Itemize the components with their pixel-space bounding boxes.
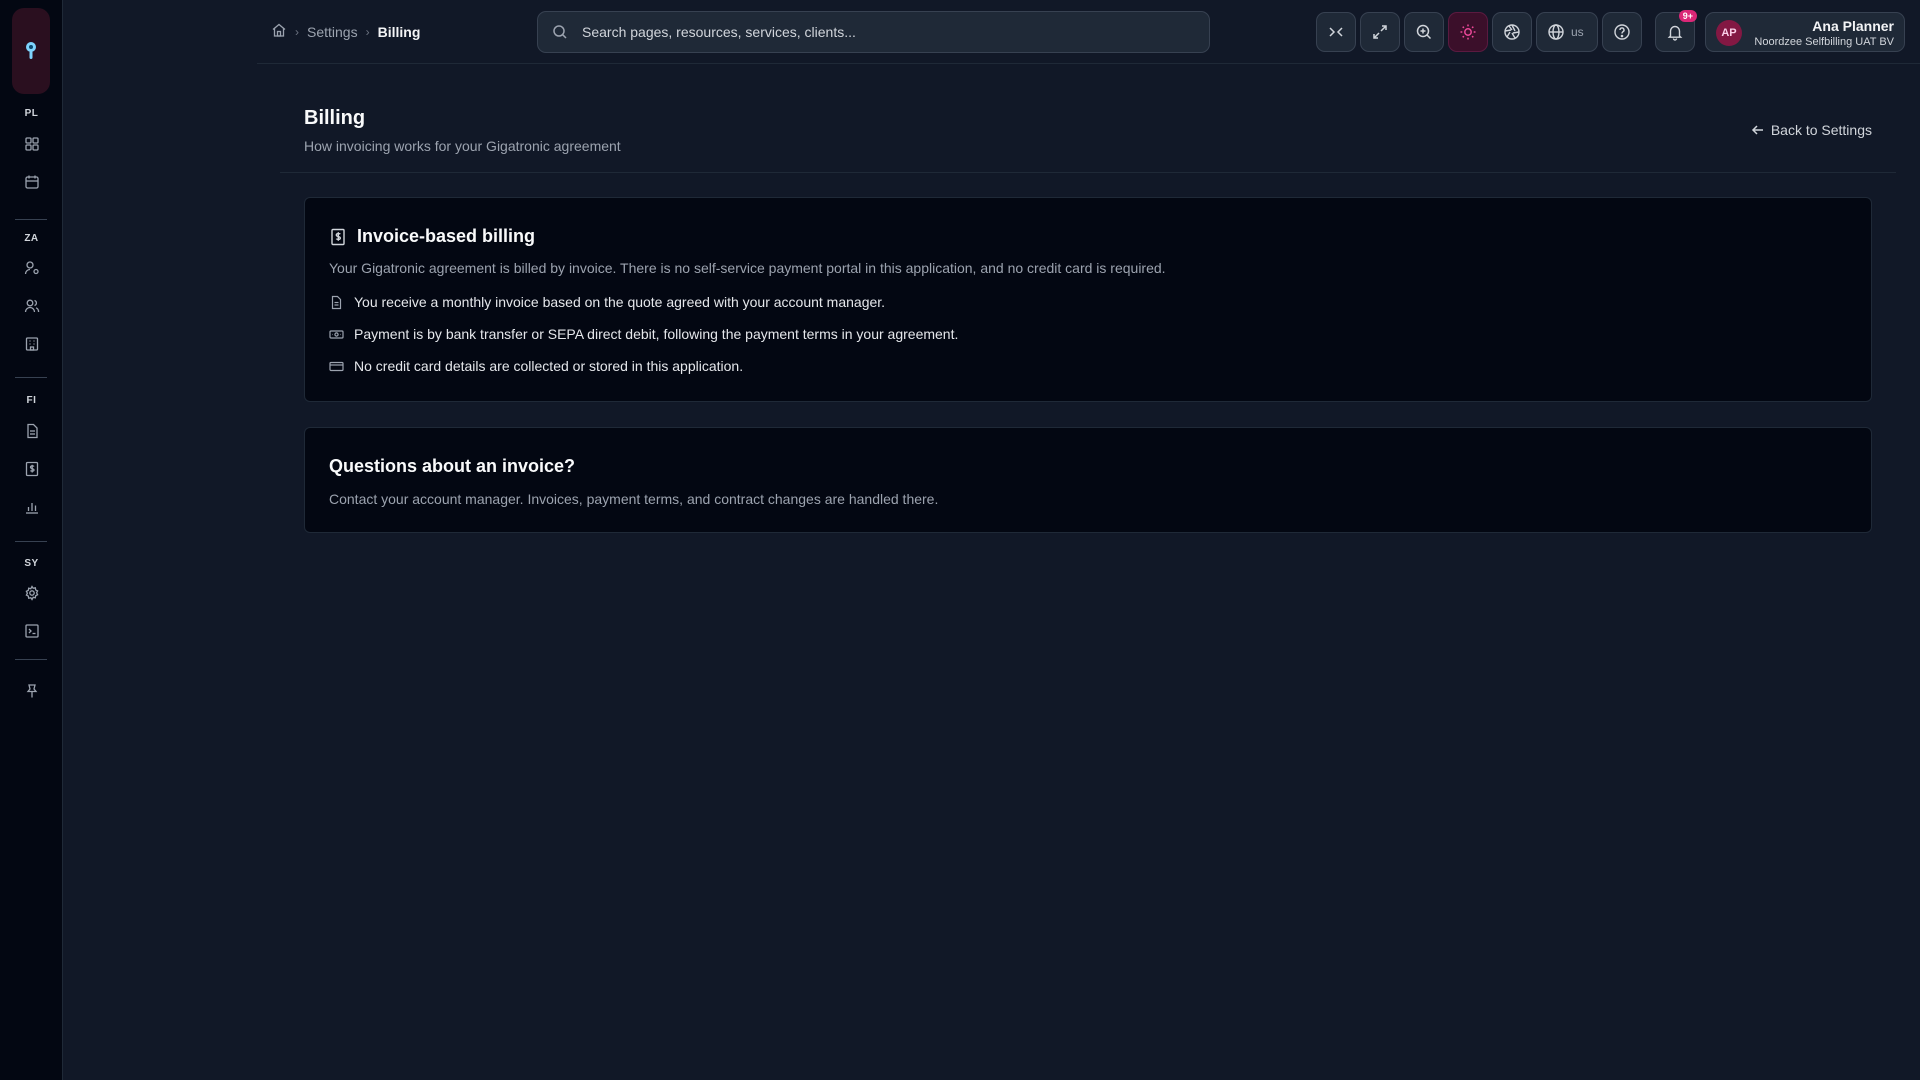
breadcrumb-separator: › xyxy=(365,24,370,39)
billing-point-text: No credit card details are collected or … xyxy=(354,358,744,374)
building-icon[interactable] xyxy=(19,331,45,357)
language-code: us xyxy=(1571,25,1584,39)
breadcrumb: › Settings › Billing xyxy=(271,22,420,41)
breadcrumb-current: Billing xyxy=(377,23,421,40)
theme-toggle-button[interactable] xyxy=(1448,12,1488,52)
billing-point: Payment is by bank transfer or SEPA dire… xyxy=(329,326,958,342)
help-button[interactable] xyxy=(1602,12,1642,52)
zoom-in-icon xyxy=(1416,24,1432,40)
document-icon xyxy=(331,295,342,309)
collapse-icon xyxy=(1329,27,1343,37)
credit-card-icon xyxy=(329,361,344,371)
fullscreen-button[interactable] xyxy=(1360,12,1400,52)
home-icon[interactable] xyxy=(271,22,287,41)
billing-point-text: Payment is by bank transfer or SEPA dire… xyxy=(354,326,959,342)
breadcrumb-separator: › xyxy=(295,24,299,39)
header-divider xyxy=(280,172,1896,173)
help-icon xyxy=(1614,24,1630,40)
card-description: Your Gigatronic agreement is billed by i… xyxy=(329,260,1166,276)
logo-icon xyxy=(26,42,36,59)
sidebar-divider xyxy=(15,377,47,378)
search-icon xyxy=(553,25,567,39)
banknote-icon xyxy=(329,329,344,339)
user-name: Ana Planner xyxy=(1812,18,1894,34)
sidebar-section-label: SY xyxy=(24,558,39,569)
language-button[interactable]: us xyxy=(1536,12,1598,52)
calendar-icon[interactable] xyxy=(19,169,45,195)
billing-point: No credit card details are collected or … xyxy=(329,358,743,374)
billing-point: You receive a monthly invoice based on t… xyxy=(329,294,885,310)
invoice-dollar-icon[interactable] xyxy=(19,456,45,482)
card-title: Invoice-based billing xyxy=(329,226,535,247)
invoice-billing-card: Invoice-based billing Your Gigatronic ag… xyxy=(304,197,1872,402)
collapse-button[interactable] xyxy=(1316,12,1356,52)
back-link-label: Back to Settings xyxy=(1770,122,1872,138)
bell-icon xyxy=(1667,25,1683,41)
expand-icon xyxy=(1373,25,1387,39)
sidebar-section-label: PL xyxy=(24,108,39,119)
page-title: Billing xyxy=(304,107,366,129)
user-menu[interactable]: AP Ana Planner Noordzee Selfbilling UAT … xyxy=(1705,12,1905,52)
pin-icon[interactable] xyxy=(19,678,45,704)
topbar: › Settings › Billing us 9+ AP Ana Planne… xyxy=(257,0,1920,64)
sidebar-section-label: ZA xyxy=(24,233,39,244)
sidebar-divider xyxy=(15,541,47,542)
notifications-button[interactable]: 9+ xyxy=(1655,10,1697,52)
zoom-button[interactable] xyxy=(1404,12,1444,52)
billing-point-text: You receive a monthly invoice based on t… xyxy=(354,294,886,310)
sidebar-divider xyxy=(15,659,47,660)
arrow-left-icon xyxy=(1751,125,1763,135)
page-subtitle: How invoicing works for your Gigatronic … xyxy=(304,138,621,154)
sidebar-divider xyxy=(15,219,47,220)
search-bar[interactable] xyxy=(537,11,1210,53)
avatar: AP xyxy=(1716,20,1742,46)
breadcrumb-settings[interactable]: Settings xyxy=(307,24,358,40)
app-logo[interactable] xyxy=(12,8,50,94)
globe-icon xyxy=(1548,24,1564,40)
invoice-dollar-icon xyxy=(331,228,345,245)
gear-icon[interactable] xyxy=(19,580,45,606)
aperture-icon xyxy=(1504,24,1520,40)
sun-icon xyxy=(1460,24,1476,40)
notifications-badge: 9+ xyxy=(1678,10,1697,22)
card-title-text: Invoice-based billing xyxy=(357,226,536,246)
card-title: Questions about an invoice? xyxy=(329,456,576,476)
aperture-button[interactable] xyxy=(1492,12,1532,52)
bar-chart-icon[interactable] xyxy=(19,494,45,520)
users-icon[interactable] xyxy=(19,293,45,319)
user-organization: Noordzee Selfbilling UAT BV xyxy=(1754,36,1894,48)
back-to-settings-link[interactable]: Back to Settings xyxy=(1751,122,1872,138)
invoice-questions-card: Questions about an invoice? Contact your… xyxy=(304,427,1872,533)
terminal-icon[interactable] xyxy=(19,618,45,644)
document-icon[interactable] xyxy=(19,418,45,444)
dashboard-icon[interactable] xyxy=(19,131,45,157)
sidebar: PL ZA FI SY xyxy=(0,0,63,1080)
sidebar-section-label: FI xyxy=(26,395,37,406)
card-description: Contact your account manager. Invoices, … xyxy=(329,491,939,507)
user-settings-icon[interactable] xyxy=(19,255,45,281)
search-input[interactable] xyxy=(582,24,1182,40)
